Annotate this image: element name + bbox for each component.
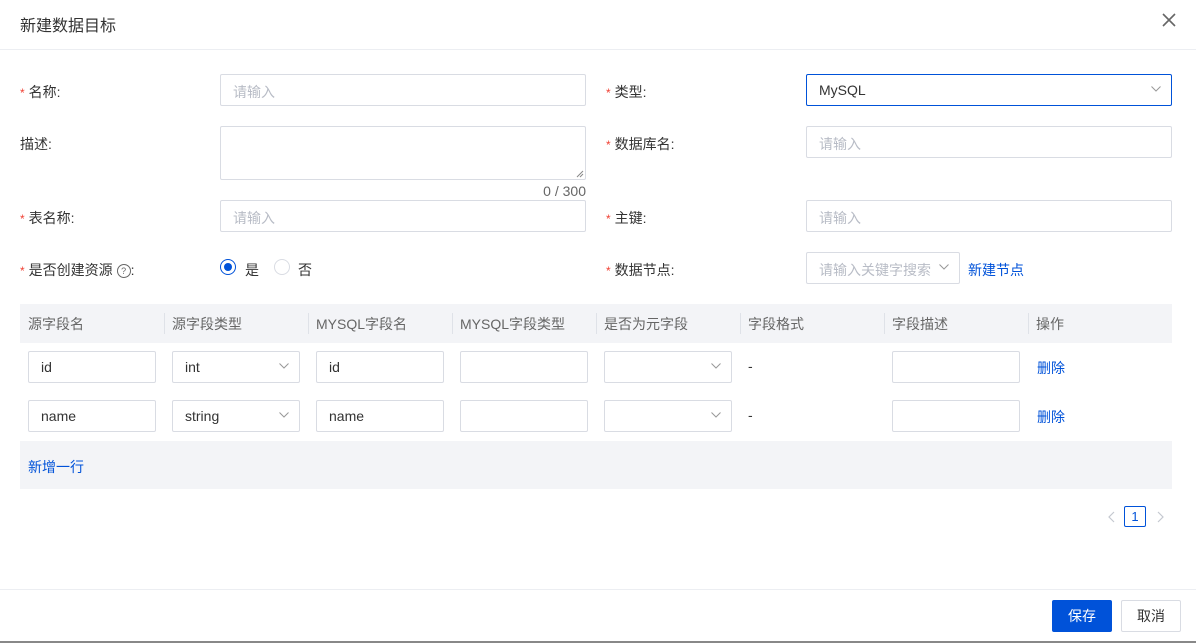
col-mysql-name: MYSQL字段名	[316, 316, 408, 332]
type-label: * 类型:	[606, 84, 647, 100]
database-label: * 数据库名:	[606, 136, 675, 152]
required-mark: *	[606, 264, 611, 278]
chevron-down-icon	[1151, 86, 1161, 92]
table-name-placeholder: 请输入	[233, 210, 275, 226]
chevron-down-icon	[711, 412, 721, 418]
dialog-footer: 保存 取消	[0, 589, 1196, 642]
add-row-link[interactable]: 新增一行	[28, 457, 84, 477]
mysql-name-input[interactable]: name	[316, 400, 444, 432]
column-divider	[740, 313, 741, 334]
field-desc-input[interactable]	[892, 351, 1020, 383]
database-placeholder: 请输入	[819, 136, 861, 152]
source-name-input[interactable]: name	[28, 400, 156, 432]
col-description: 字段描述	[892, 316, 948, 332]
col-action: 操作	[1036, 316, 1064, 332]
database-input[interactable]: 请输入	[806, 126, 1172, 158]
mysql-type-input[interactable]	[460, 400, 588, 432]
column-divider	[596, 313, 597, 334]
add-row-bar: 新增一行	[20, 441, 1172, 489]
col-mysql-type: MYSQL字段类型	[460, 316, 566, 332]
col-source-type: 源字段类型	[172, 316, 242, 332]
cancel-button[interactable]: 取消	[1121, 600, 1181, 632]
col-format: 字段格式	[748, 316, 804, 332]
save-button[interactable]: 保存	[1052, 600, 1112, 632]
name-label: * 名称:	[20, 84, 61, 100]
is-meta-select[interactable]	[604, 351, 732, 383]
dialog-title: 新建数据目标	[20, 18, 117, 35]
table-row: id int id - 删除	[20, 343, 1172, 393]
resize-handle-icon[interactable]	[576, 170, 584, 178]
chevron-left-icon[interactable]	[1107, 506, 1117, 528]
col-source-name: 源字段名	[28, 316, 84, 332]
new-data-target-dialog: 新建数据目标 * 名称: 请输入 * 类型: MySQL 描述: 0 / 300 *…	[0, 0, 1196, 643]
new-node-link[interactable]: 新建节点	[968, 260, 1024, 280]
col-is-meta: 是否为元字段	[604, 316, 688, 332]
page-1-button[interactable]: 1	[1124, 506, 1146, 527]
required-mark: *	[606, 212, 611, 226]
table-header: 源字段名 源字段类型 MYSQL字段名 MYSQL字段类型 是否为元字段 字段格…	[20, 304, 1172, 343]
dialog-header: 新建数据目标	[0, 0, 1196, 50]
mysql-type-input[interactable]	[460, 351, 588, 383]
mysql-name-input[interactable]: id	[316, 351, 444, 383]
name-placeholder: 请输入	[233, 84, 275, 100]
column-divider	[452, 313, 453, 334]
column-divider	[308, 313, 309, 334]
delete-row-link[interactable]: 删除	[1037, 358, 1065, 378]
field-desc-input[interactable]	[892, 400, 1020, 432]
field-format-value: -	[748, 358, 753, 374]
required-mark: *	[20, 86, 25, 100]
required-mark: *	[20, 212, 25, 226]
chevron-down-icon	[279, 412, 289, 418]
table-name-label: * 表名称:	[20, 210, 75, 226]
primary-key-input[interactable]: 请输入	[806, 200, 1172, 232]
source-type-select[interactable]: string	[172, 400, 300, 432]
table-name-input[interactable]: 请输入	[220, 200, 586, 232]
source-name-input[interactable]: id	[28, 351, 156, 383]
required-mark: *	[606, 138, 611, 152]
field-format-value: -	[748, 407, 753, 423]
chevron-down-icon	[939, 264, 949, 270]
data-node-select[interactable]: 请输入关键字搜索	[806, 252, 960, 284]
description-textarea[interactable]	[220, 126, 586, 180]
required-mark: *	[606, 86, 611, 100]
radio-no[interactable]	[274, 259, 290, 275]
primary-key-label: * 主键:	[606, 210, 647, 226]
chevron-down-icon	[711, 363, 721, 369]
primary-key-placeholder: 请输入	[819, 210, 861, 226]
is-meta-select[interactable]	[604, 400, 732, 432]
description-char-count: 0 / 300	[543, 183, 586, 199]
radio-no-label[interactable]: 否	[298, 260, 312, 280]
column-divider	[164, 313, 165, 334]
radio-yes[interactable]	[220, 259, 236, 275]
chevron-down-icon	[279, 363, 289, 369]
create-resource-label: * 是否创建资源?:	[20, 262, 135, 278]
required-mark: *	[20, 264, 25, 278]
source-type-select[interactable]: int	[172, 351, 300, 383]
close-icon[interactable]	[1158, 9, 1180, 31]
description-label: 描述:	[20, 136, 52, 152]
field-mapping-table: 源字段名 源字段类型 MYSQL字段名 MYSQL字段类型 是否为元字段 字段格…	[20, 304, 1172, 489]
help-circle-icon[interactable]: ?	[116, 264, 131, 278]
type-select-value: MySQL	[819, 82, 866, 98]
radio-yes-label[interactable]: 是	[245, 260, 259, 280]
data-node-label: * 数据节点:	[606, 262, 675, 278]
column-divider	[1028, 313, 1029, 334]
delete-row-link[interactable]: 删除	[1037, 407, 1065, 427]
chevron-right-icon[interactable]	[1155, 506, 1165, 528]
type-select[interactable]: MySQL	[806, 74, 1172, 106]
data-node-placeholder: 请输入关键字搜索	[819, 262, 931, 278]
column-divider	[884, 313, 885, 334]
table-row: name string name - 删除	[20, 392, 1172, 442]
name-input[interactable]: 请输入	[220, 74, 586, 106]
